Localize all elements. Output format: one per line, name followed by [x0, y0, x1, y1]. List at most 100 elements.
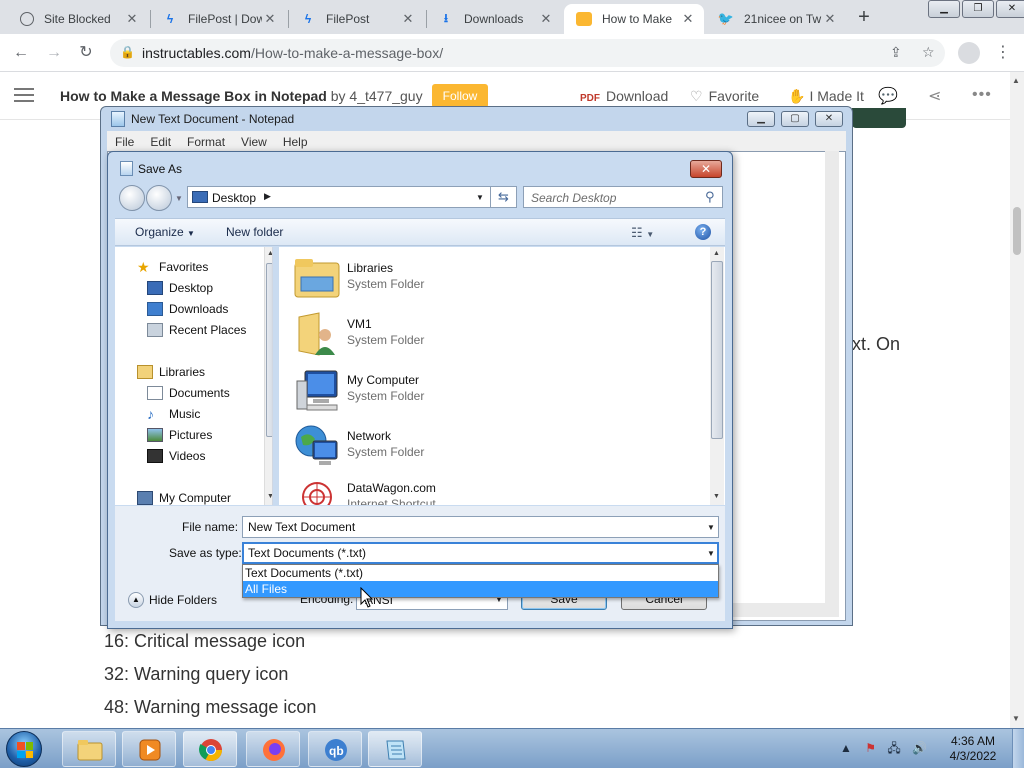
address-path-box[interactable]: Desktop ▶ ▼ ⇆ [187, 186, 517, 208]
forward-button[interactable] [146, 185, 172, 211]
option-all-files[interactable]: All Files [243, 581, 718, 597]
nav-videos[interactable]: Videos [147, 449, 205, 463]
profile-avatar-icon[interactable] [958, 42, 980, 64]
close-button[interactable]: ✕ [815, 111, 843, 127]
option-text-documents[interactable]: Text Documents (*.txt) [243, 565, 718, 581]
more-options-icon[interactable]: ••• [972, 86, 992, 104]
file-name-field[interactable]: ▼ [242, 516, 719, 538]
new-folder-button[interactable]: New folder [226, 225, 283, 239]
share-icon[interactable]: ⇪ [890, 44, 902, 61]
nav-music[interactable]: ♪ Music [147, 407, 200, 421]
i-made-it-link[interactable]: ✋ I Made It [788, 88, 864, 105]
file-name-input[interactable] [243, 517, 703, 537]
maximize-button[interactable]: ▢ [781, 111, 809, 127]
nav-downloads[interactable]: Downloads [147, 302, 228, 316]
menu-edit[interactable]: Edit [142, 131, 179, 151]
menu-format[interactable]: Format [179, 131, 233, 151]
organize-button[interactable]: Organize ▼ [135, 225, 195, 239]
system-clock[interactable]: 4:36 AM 4/3/2022 [948, 734, 998, 764]
search-desktop-input[interactable]: Search Desktop ⚲ [523, 186, 723, 208]
nav-recent-places[interactable]: Recent Places [147, 323, 246, 337]
show-desktop-button[interactable] [1012, 729, 1024, 768]
taskbar-file-explorer[interactable] [62, 731, 116, 767]
nav-documents[interactable]: Documents [147, 386, 230, 400]
chevron-down-icon[interactable]: ▼ [707, 549, 715, 558]
scroll-up-arrow[interactable]: ▲ [1012, 76, 1020, 85]
hamburger-menu-icon[interactable] [14, 88, 34, 106]
scrollbar-thumb[interactable] [1013, 207, 1021, 255]
author-byline[interactable]: by 4_t477_guy [331, 88, 423, 104]
forward-arrow-icon[interactable]: → [43, 42, 65, 64]
tab-filepost[interactable]: ϟ FilePost ✕ [288, 4, 424, 34]
share-icon[interactable]: ⋖ [928, 86, 941, 106]
navigation-scrollbar[interactable]: ▲ ▼ [264, 247, 272, 505]
file-item-vm1[interactable]: VM1 System Folder [293, 309, 593, 359]
close-tab-icon[interactable]: ✕ [124, 11, 140, 27]
close-tab-icon[interactable]: ✕ [680, 11, 696, 27]
browser-menu-icon[interactable]: ⋮ [992, 42, 1014, 64]
tab-downloads[interactable]: ⭳ Downloads ✕ [426, 4, 562, 34]
new-tab-button[interactable]: + [852, 6, 876, 30]
favorite-link[interactable]: ♡ Favorite [690, 88, 759, 105]
tab-how-to-make[interactable]: How to Make ✕ [564, 4, 704, 34]
nav-desktop[interactable]: Desktop [147, 281, 213, 295]
back-button[interactable] [119, 185, 145, 211]
dialog-close-button[interactable]: ✕ [690, 160, 722, 178]
taskbar-firefox[interactable] [246, 731, 300, 767]
action-center-flag-icon[interactable]: ⚑ [865, 741, 876, 755]
menu-view[interactable]: View [233, 131, 275, 151]
close-tab-icon[interactable]: ✕ [262, 11, 278, 27]
notepad-titlebar[interactable]: New Text Document - Notepad ▁ ▢ ✕ [101, 107, 852, 131]
path-chevron-icon[interactable]: ▶ [264, 191, 271, 202]
refresh-icon[interactable]: ⇆ [490, 187, 516, 207]
scroll-up-arrow[interactable]: ▲ [267, 250, 272, 257]
address-bar[interactable]: 🔒 instructables.com/How-to-make-a-messag… [110, 39, 945, 67]
follow-button[interactable]: Follow [432, 84, 488, 108]
taskbar-qbittorrent[interactable]: qb [308, 731, 362, 767]
taskbar-media-player[interactable] [122, 731, 176, 767]
close-tab-icon[interactable]: ✕ [538, 11, 554, 27]
file-item-datawagon[interactable]: DataWagon.com Internet Shortcut [293, 473, 593, 505]
tab-filepost-dow[interactable]: ϟ FilePost | Dow ✕ [150, 4, 286, 34]
start-button[interactable] [6, 731, 42, 767]
minimize-button[interactable]: ▁ [928, 0, 960, 18]
scroll-down-arrow[interactable]: ▼ [267, 493, 272, 500]
nav-pictures[interactable]: Pictures [147, 428, 212, 442]
recent-locations-dropdown-icon[interactable]: ▼ [175, 194, 183, 203]
help-icon[interactable]: ? [695, 224, 711, 240]
change-view-icon[interactable]: ☷ ▼ [631, 225, 654, 241]
maximize-button[interactable]: ❐ [962, 0, 994, 18]
path-dropdown-icon[interactable]: ▼ [476, 193, 484, 202]
menu-help[interactable]: Help [275, 131, 316, 151]
chevron-down-icon[interactable]: ▼ [707, 523, 715, 532]
show-hidden-icons-icon[interactable]: ▲ [840, 741, 852, 755]
scrollbar-thumb[interactable] [266, 263, 272, 437]
scroll-up-arrow[interactable]: ▲ [713, 250, 720, 257]
network-icon[interactable]: 🖧 [887, 741, 900, 755]
nav-favorites[interactable]: ★ Favorites [137, 260, 208, 274]
close-tab-icon[interactable]: ✕ [400, 11, 416, 27]
notepad-vertical-scrollbar[interactable] [825, 151, 839, 605]
close-window-button[interactable]: ✕ [996, 0, 1024, 18]
taskbar-chrome[interactable] [183, 731, 237, 767]
search-icon[interactable]: ⚲ [705, 189, 715, 205]
scrollbar-thumb[interactable] [711, 261, 723, 439]
bookmark-star-icon[interactable]: ☆ [922, 44, 935, 61]
menu-file[interactable]: File [107, 131, 142, 151]
back-arrow-icon[interactable]: ← [10, 42, 32, 64]
taskbar-notepad[interactable] [368, 731, 422, 767]
file-item-network[interactable]: Network System Folder [293, 421, 593, 471]
reload-icon[interactable]: ↻ [75, 42, 97, 64]
page-scrollbar[interactable]: ▲ ▼ [1010, 72, 1024, 728]
scroll-down-arrow[interactable]: ▼ [1012, 714, 1020, 723]
volume-icon[interactable]: 🔊 [912, 741, 927, 755]
save-as-type-select[interactable]: Text Documents (*.txt) ▼ [242, 542, 719, 564]
file-item-my-computer[interactable]: My Computer System Folder [293, 365, 593, 415]
file-item-libraries[interactable]: Libraries System Folder [293, 253, 593, 303]
hide-folders-button[interactable]: ▲ Hide Folders [128, 592, 217, 608]
comment-icon[interactable]: 💬 [878, 86, 898, 106]
path-desktop[interactable]: Desktop [212, 191, 256, 205]
download-link[interactable]: PDF Download [580, 88, 668, 104]
tab-twitter[interactable]: 🐦 21nicee on Tw ✕ [706, 4, 846, 34]
scroll-down-arrow[interactable]: ▼ [713, 493, 720, 500]
